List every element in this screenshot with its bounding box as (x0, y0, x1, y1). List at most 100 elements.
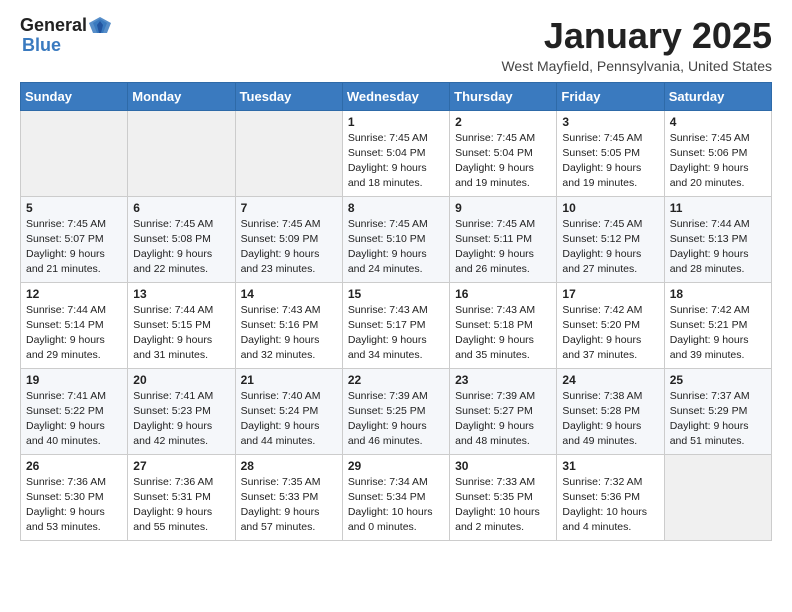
day-number: 9 (455, 201, 551, 215)
day-info: Sunrise: 7:35 AMSunset: 5:33 PMDaylight:… (241, 475, 337, 536)
day-info: Sunrise: 7:37 AMSunset: 5:29 PMDaylight:… (670, 389, 766, 450)
day-info: Sunrise: 7:32 AMSunset: 5:36 PMDaylight:… (562, 475, 658, 536)
day-number: 19 (26, 373, 122, 387)
day-info: Sunrise: 7:36 AMSunset: 5:31 PMDaylight:… (133, 475, 229, 536)
weekday-header-monday: Monday (128, 82, 235, 110)
day-info: Sunrise: 7:40 AMSunset: 5:24 PMDaylight:… (241, 389, 337, 450)
day-number: 8 (348, 201, 444, 215)
weekday-header-friday: Friday (557, 82, 664, 110)
calendar-cell: 6 Sunrise: 7:45 AMSunset: 5:08 PMDaylight… (128, 196, 235, 282)
day-info: Sunrise: 7:39 AMSunset: 5:25 PMDaylight:… (348, 389, 444, 450)
day-number: 20 (133, 373, 229, 387)
day-info: Sunrise: 7:33 AMSunset: 5:35 PMDaylight:… (455, 475, 551, 536)
weekday-header-tuesday: Tuesday (235, 82, 342, 110)
logo-general: General (20, 16, 87, 36)
week-row-1: 1 Sunrise: 7:45 AMSunset: 5:04 PMDaylight… (21, 110, 772, 196)
calendar-cell: 20 Sunrise: 7:41 AMSunset: 5:23 PMDayligh… (128, 368, 235, 454)
calendar-cell: 18Sunrise: 7:42 AMSunset: 5:21 PMDayligh… (664, 282, 771, 368)
calendar-cell: 15 Sunrise: 7:43 AMSunset: 5:17 PMDayligh… (342, 282, 449, 368)
day-info: Sunrise: 7:45 AMSunset: 5:08 PMDaylight:… (133, 217, 229, 278)
weekday-header-thursday: Thursday (450, 82, 557, 110)
day-number: 23 (455, 373, 551, 387)
week-row-3: 12Sunrise: 7:44 AMSunset: 5:14 PMDayligh… (21, 282, 772, 368)
calendar-cell: 12Sunrise: 7:44 AMSunset: 5:14 PMDayligh… (21, 282, 128, 368)
day-number: 4 (670, 115, 766, 129)
day-number: 11 (670, 201, 766, 215)
day-number: 25 (670, 373, 766, 387)
calendar-cell: 14 Sunrise: 7:43 AMSunset: 5:16 PMDayligh… (235, 282, 342, 368)
day-number: 31 (562, 459, 658, 473)
day-number: 6 (133, 201, 229, 215)
day-number: 29 (348, 459, 444, 473)
day-number: 17 (562, 287, 658, 301)
logo-blue: Blue (22, 36, 111, 56)
calendar-cell: 2 Sunrise: 7:45 AMSunset: 5:04 PMDaylight… (450, 110, 557, 196)
day-info: Sunrise: 7:45 AMSunset: 5:04 PMDaylight:… (455, 131, 551, 192)
calendar-subtitle: West Mayfield, Pennsylvania, United Stat… (501, 58, 772, 74)
calendar-cell (235, 110, 342, 196)
day-info: Sunrise: 7:42 AMSunset: 5:21 PMDaylight:… (670, 303, 766, 364)
day-info: Sunrise: 7:41 AMSunset: 5:22 PMDaylight:… (26, 389, 122, 450)
day-number: 22 (348, 373, 444, 387)
day-info: Sunrise: 7:44 AMSunset: 5:15 PMDaylight:… (133, 303, 229, 364)
day-number: 1 (348, 115, 444, 129)
calendar-title: January 2025 (501, 16, 772, 56)
day-info: Sunrise: 7:45 AMSunset: 5:12 PMDaylight:… (562, 217, 658, 278)
day-number: 21 (241, 373, 337, 387)
day-info: Sunrise: 7:45 AMSunset: 5:04 PMDaylight:… (348, 131, 444, 192)
calendar-cell: 27 Sunrise: 7:36 AMSunset: 5:31 PMDayligh… (128, 454, 235, 540)
day-number: 28 (241, 459, 337, 473)
calendar-cell: 1 Sunrise: 7:45 AMSunset: 5:04 PMDaylight… (342, 110, 449, 196)
calendar-cell: 9Sunrise: 7:45 AMSunset: 5:11 PMDaylight… (450, 196, 557, 282)
day-number: 2 (455, 115, 551, 129)
calendar-cell (128, 110, 235, 196)
weekday-header-saturday: Saturday (664, 82, 771, 110)
calendar-cell: 30Sunrise: 7:33 AMSunset: 5:35 PMDayligh… (450, 454, 557, 540)
calendar-cell: 8 Sunrise: 7:45 AMSunset: 5:10 PMDaylight… (342, 196, 449, 282)
day-info: Sunrise: 7:45 AMSunset: 5:10 PMDaylight:… (348, 217, 444, 278)
weekday-header-sunday: Sunday (21, 82, 128, 110)
calendar-cell: 13 Sunrise: 7:44 AMSunset: 5:15 PMDayligh… (128, 282, 235, 368)
header: General Blue January 2025 West Mayfield,… (20, 16, 772, 74)
day-info: Sunrise: 7:39 AMSunset: 5:27 PMDaylight:… (455, 389, 551, 450)
day-info: Sunrise: 7:43 AMSunset: 5:16 PMDaylight:… (241, 303, 337, 364)
logo: General Blue (20, 16, 111, 56)
weekday-header-wednesday: Wednesday (342, 82, 449, 110)
calendar-cell: 11 Sunrise: 7:44 AMSunset: 5:13 PMDayligh… (664, 196, 771, 282)
day-number: 14 (241, 287, 337, 301)
day-info: Sunrise: 7:34 AMSunset: 5:34 PMDaylight:… (348, 475, 444, 536)
calendar-cell: 25 Sunrise: 7:37 AMSunset: 5:29 PMDayligh… (664, 368, 771, 454)
calendar-cell: 22 Sunrise: 7:39 AMSunset: 5:25 PMDayligh… (342, 368, 449, 454)
day-info: Sunrise: 7:41 AMSunset: 5:23 PMDaylight:… (133, 389, 229, 450)
day-info: Sunrise: 7:36 AMSunset: 5:30 PMDaylight:… (26, 475, 122, 536)
calendar-cell (664, 454, 771, 540)
calendar-cell: 23 Sunrise: 7:39 AMSunset: 5:27 PMDayligh… (450, 368, 557, 454)
day-info: Sunrise: 7:43 AMSunset: 5:17 PMDaylight:… (348, 303, 444, 364)
day-number: 3 (562, 115, 658, 129)
day-number: 27 (133, 459, 229, 473)
calendar-table: SundayMondayTuesdayWednesdayThursdayFrid… (20, 82, 772, 541)
calendar-cell: 24Sunrise: 7:38 AMSunset: 5:28 PMDayligh… (557, 368, 664, 454)
weekday-header-row: SundayMondayTuesdayWednesdayThursdayFrid… (21, 82, 772, 110)
calendar-cell: 5Sunrise: 7:45 AMSunset: 5:07 PMDaylight… (21, 196, 128, 282)
day-number: 13 (133, 287, 229, 301)
day-number: 26 (26, 459, 122, 473)
day-info: Sunrise: 7:45 AMSunset: 5:06 PMDaylight:… (670, 131, 766, 192)
title-block: January 2025 West Mayfield, Pennsylvania… (501, 16, 772, 74)
calendar-cell: 4 Sunrise: 7:45 AMSunset: 5:06 PMDaylight… (664, 110, 771, 196)
calendar-cell: 19 Sunrise: 7:41 AMSunset: 5:22 PMDayligh… (21, 368, 128, 454)
day-info: Sunrise: 7:44 AMSunset: 5:14 PMDaylight:… (26, 303, 122, 364)
calendar-cell: 10Sunrise: 7:45 AMSunset: 5:12 PMDayligh… (557, 196, 664, 282)
calendar-cell (21, 110, 128, 196)
day-number: 15 (348, 287, 444, 301)
calendar-cell: 17 Sunrise: 7:42 AMSunset: 5:20 PMDayligh… (557, 282, 664, 368)
day-info: Sunrise: 7:44 AMSunset: 5:13 PMDaylight:… (670, 217, 766, 278)
day-number: 7 (241, 201, 337, 215)
calendar-cell: 7Sunrise: 7:45 AMSunset: 5:09 PMDaylight… (235, 196, 342, 282)
calendar-cell: 29 Sunrise: 7:34 AMSunset: 5:34 PMDayligh… (342, 454, 449, 540)
week-row-4: 19 Sunrise: 7:41 AMSunset: 5:22 PMDayligh… (21, 368, 772, 454)
week-row-5: 26 Sunrise: 7:36 AMSunset: 5:30 PMDayligh… (21, 454, 772, 540)
day-info: Sunrise: 7:42 AMSunset: 5:20 PMDaylight:… (562, 303, 658, 364)
day-info: Sunrise: 7:43 AMSunset: 5:18 PMDaylight:… (455, 303, 551, 364)
day-number: 16 (455, 287, 551, 301)
